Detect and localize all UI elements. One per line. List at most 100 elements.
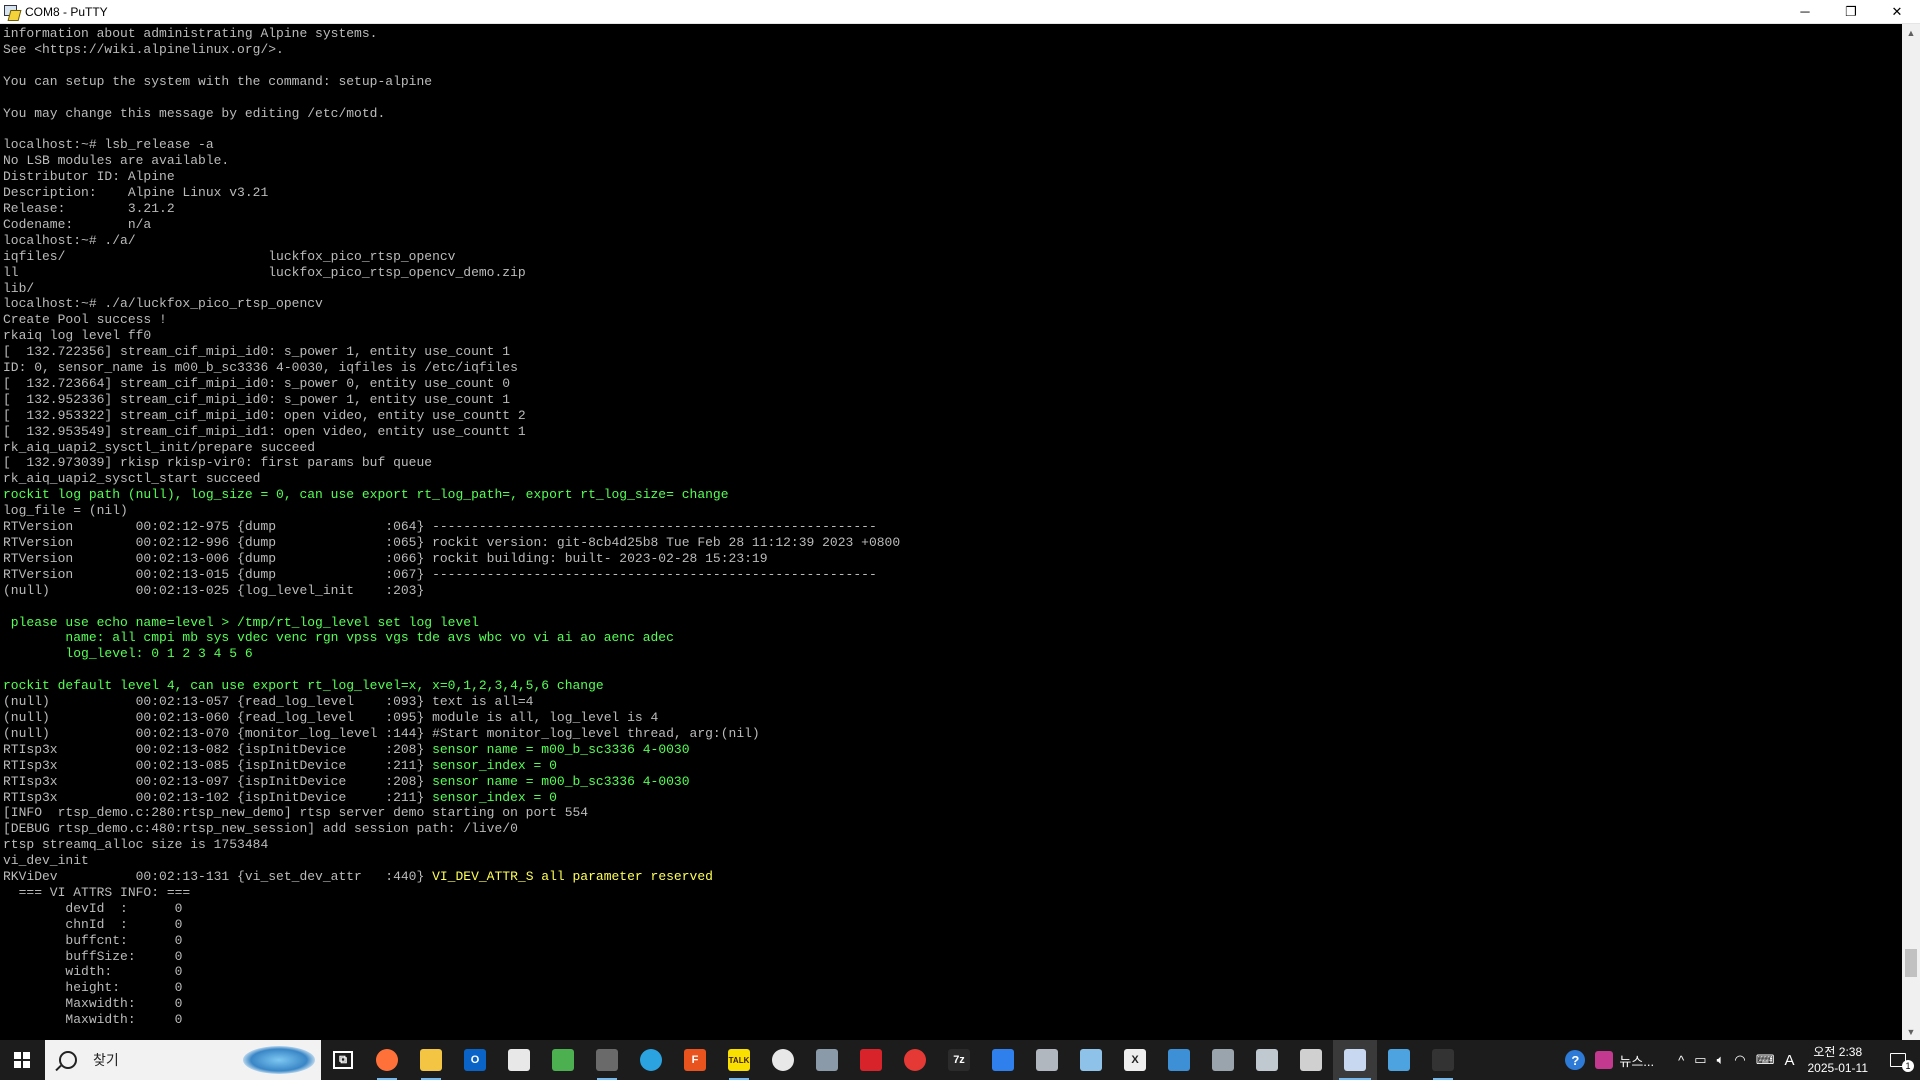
restore-button[interactable]: ❐ — [1828, 0, 1874, 23]
vertical-scrollbar[interactable]: ▲ ▼ — [1902, 24, 1920, 1040]
file-explorer-icon[interactable] — [409, 1040, 453, 1080]
terminal-line: RTVersion 00:02:12-996 {dump :065} rocki… — [3, 535, 901, 550]
terminal-line: Description: Alpine Linux v3.21 — [3, 185, 269, 201]
terminal-line: iqfiles/ luckfox_pico_rtsp_opencv — [3, 248, 456, 264]
f-app-icon[interactable]: F — [673, 1040, 717, 1080]
terminal-line: [INFO rtsp_demo.c:280:rtsp_new_demo] rts… — [3, 805, 589, 821]
flash-app-icon[interactable] — [849, 1040, 893, 1080]
news-icon — [1595, 1051, 1614, 1069]
taskbar: 찾기 ⧉ O F TALK 7z X ? 뉴스... ^ ▭ 🔈︎ ◠ ⌨ A 오전 2:… — [0, 1040, 1920, 1080]
search-highlight-image — [243, 1046, 315, 1074]
music-app-icon[interactable] — [761, 1040, 805, 1080]
terminal-line: RTIsp3x 00:02:13-085 {ispInitDevice :211… — [3, 757, 557, 773]
note-app-icon[interactable] — [1069, 1040, 1113, 1080]
terminal-line: [ 132.953322] stream_cif_mipi_id0: open … — [3, 407, 526, 423]
scroll-down-arrow-icon[interactable]: ▼ — [1902, 1023, 1920, 1040]
terminal-line: log_level: 0 1 2 3 4 5 6 — [3, 646, 253, 662]
vpn-app-icon[interactable] — [1377, 1040, 1421, 1080]
kakaotalk-icon[interactable]: TALK — [717, 1040, 761, 1080]
terminal-line: RTIsp3x 00:02:13-102 {ispInitDevice :211… — [3, 789, 557, 805]
terminal-line: See <https://wiki.alpinelinux.org/>. — [3, 41, 284, 57]
terminal-line: Maxwidth: 0 — [3, 1012, 183, 1028]
wifi-icon[interactable]: ◠ — [1729, 1040, 1750, 1080]
taskbar-search-box[interactable]: 찾기 — [45, 1040, 321, 1080]
rhino-app-icon[interactable] — [1289, 1040, 1333, 1080]
notification-count: 1 — [1902, 1060, 1914, 1072]
window-title: COM8 - PuTTY — [25, 4, 108, 19]
battery-icon[interactable]: ▭ — [1689, 1040, 1711, 1080]
excel-like-icon[interactable]: X — [1113, 1040, 1157, 1080]
terminal-icon[interactable] — [1421, 1040, 1465, 1080]
task-view-icon[interactable]: ⧉ — [321, 1040, 365, 1080]
terminal-line: height: 0 — [3, 980, 183, 996]
search-icon — [59, 1051, 77, 1069]
terminal-line: vi_dev_init — [3, 853, 89, 869]
media-app-icon[interactable] — [585, 1040, 629, 1080]
outlook-icon[interactable]: O — [453, 1040, 497, 1080]
terminal-line: [ 132.723664] stream_cif_mipi_id0: s_pow… — [3, 375, 511, 391]
red-app-icon[interactable] — [893, 1040, 937, 1080]
network-device-icon[interactable] — [1201, 1040, 1245, 1080]
clock[interactable]: 오전 2:38 2025-01-11 — [1800, 1044, 1877, 1076]
terminal-line: rtsp streamq_alloc size is 1753484 — [3, 837, 269, 853]
terminal-line: localhost:~# lsb_release -a — [3, 137, 214, 153]
scroll-up-arrow-icon[interactable]: ▲ — [1902, 24, 1920, 41]
network-tool-icon[interactable] — [805, 1040, 849, 1080]
calculator-icon[interactable] — [1157, 1040, 1201, 1080]
notification-center-icon[interactable]: 1 — [1876, 1040, 1920, 1080]
title-bar[interactable]: COM8 - PuTTY ─ ❐ ✕ — [0, 0, 1920, 24]
minimize-button[interactable]: ─ — [1782, 0, 1828, 23]
terminal-line: (null) 00:02:13-060 {read_log_level :095… — [3, 709, 659, 725]
terminal-line: lib/ — [3, 280, 35, 296]
help-icon[interactable]: ? — [1560, 1040, 1590, 1080]
windows-logo-icon — [14, 1052, 30, 1068]
show-hidden-icons-chevron-icon[interactable]: ^ — [1673, 1040, 1689, 1080]
terminal-line: name: all cmpi mb sys vdec venc rgn vpss… — [3, 630, 674, 646]
terminal-line: You may change this message by editing /… — [3, 105, 386, 121]
monitor-app-icon[interactable] — [1245, 1040, 1289, 1080]
terminal-line: [ 132.722356] stream_cif_mipi_id0: s_pow… — [3, 344, 511, 360]
terminal-line: please use echo name=level > /tmp/rt_log… — [3, 614, 479, 630]
ime-indicator[interactable]: A — [1779, 1040, 1799, 1080]
firefox-icon[interactable] — [365, 1040, 409, 1080]
terminal-line: (null) 00:02:13-025 {log_level_init :203… — [3, 582, 425, 598]
terminal-line: [ 132.953549] stream_cif_mipi_id1: open … — [3, 423, 526, 439]
putty-app-icon[interactable] — [3, 4, 22, 21]
terminal-line: Distributor ID: Alpine — [3, 169, 175, 185]
terminal-line: rockit log path (null), log_size = 0, ca… — [3, 487, 729, 503]
terminal-line: rk_aiq_uapi2_sysctl_init/prepare succeed — [3, 439, 316, 455]
clock-time: 오전 2:38 — [1813, 1045, 1863, 1059]
terminal-output[interactable]: information about administrating Alpine … — [0, 24, 1902, 1040]
terminal-line: === VI ATTRS INFO: === — [3, 884, 191, 900]
start-button[interactable] — [0, 1040, 44, 1080]
terminal-line: [ 132.973039] rkisp rkisp-vir0: first pa… — [3, 455, 433, 471]
terminal-line: information about administrating Alpine … — [3, 26, 378, 41]
terminal-line: log_file = (nil) — [3, 503, 128, 519]
close-button[interactable]: ✕ — [1874, 0, 1920, 23]
terminal-line: buffcnt: 0 — [3, 932, 183, 948]
terminal-line: RTIsp3x 00:02:13-082 {ispInitDevice :208… — [3, 741, 690, 757]
telegram-icon[interactable] — [629, 1040, 673, 1080]
terminal-line: No LSB modules are available. — [3, 153, 230, 169]
terminal-line: localhost:~# ./a/luckfox_pico_rtsp_openc… — [3, 296, 323, 312]
putty-icon[interactable] — [1333, 1040, 1377, 1080]
terminal-line: localhost:~# ./a/ — [3, 232, 136, 248]
terminal-line: rkaiq log level ff0 — [3, 328, 152, 344]
terminal-text: information about administrating Alpine … — [0, 24, 1902, 1028]
terminal-line: RTIsp3x 00:02:13-097 {ispInitDevice :208… — [3, 773, 690, 789]
volume-icon[interactable]: 🔈︎ — [1712, 1040, 1730, 1080]
news-widget[interactable]: 뉴스... — [1590, 1040, 1659, 1080]
terminal-line: rockit default level 4, can use export r… — [3, 678, 604, 694]
keyboard-icon[interactable]: ⌨ — [1751, 1040, 1780, 1080]
notepad-icon[interactable] — [541, 1040, 585, 1080]
terminal-line: RTVersion 00:02:13-015 {dump :067} -----… — [3, 566, 877, 582]
terminal-line: RKViDev 00:02:13-131 {vi_set_dev_attr :4… — [3, 869, 713, 885]
terminal-line: (null) 00:02:13-057 {read_log_level :093… — [3, 694, 534, 710]
disk-tool-icon[interactable] — [1025, 1040, 1069, 1080]
store-icon[interactable] — [497, 1040, 541, 1080]
7zip-icon[interactable]: 7z — [937, 1040, 981, 1080]
terminal-line: (null) 00:02:13-070 {monitor_log_level :… — [3, 725, 760, 741]
clock-date: 2025-01-11 — [1807, 1061, 1869, 1075]
scrollbar-thumb[interactable] — [1905, 949, 1917, 977]
draw-app-icon[interactable] — [981, 1040, 1025, 1080]
